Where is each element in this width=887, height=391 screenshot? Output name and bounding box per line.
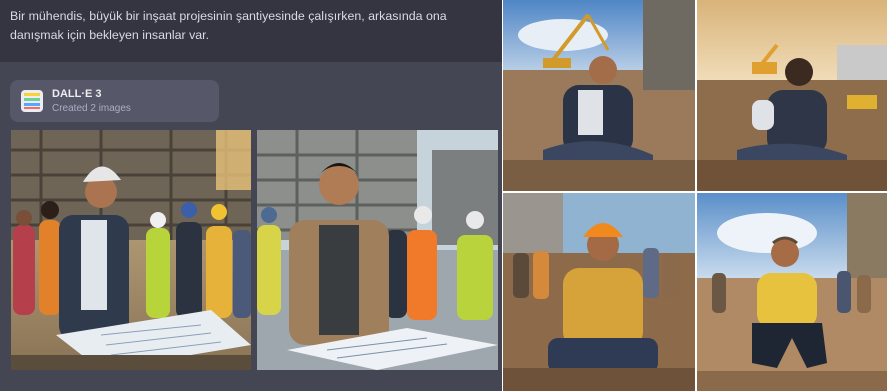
grid-image-bottom-right[interactable] <box>697 193 887 391</box>
grid-image-top-right[interactable] <box>697 0 887 191</box>
tool-name: DALL·E 3 <box>52 88 102 100</box>
dalle-logo-icon <box>21 90 43 112</box>
grid-image-top-left[interactable] <box>503 0 695 191</box>
dalle-tool-pill[interactable]: DALL·E 3 Created 2 images <box>10 80 219 122</box>
generated-image-1[interactable] <box>11 130 251 370</box>
user-prompt-text: Bir mühendis, büyük bir inşaat projesini… <box>10 9 447 42</box>
grid-image-bottom-left[interactable] <box>503 193 695 391</box>
assistant-message: DALL·E 3 Created 2 images <box>0 62 502 391</box>
generated-image-2[interactable] <box>257 130 498 370</box>
user-message: Bir mühendis, büyük bir inşaat projesini… <box>0 0 502 62</box>
chat-panel: Bir mühendis, büyük bir inşaat projesini… <box>0 0 502 391</box>
tool-status: Created 2 images <box>52 103 131 114</box>
